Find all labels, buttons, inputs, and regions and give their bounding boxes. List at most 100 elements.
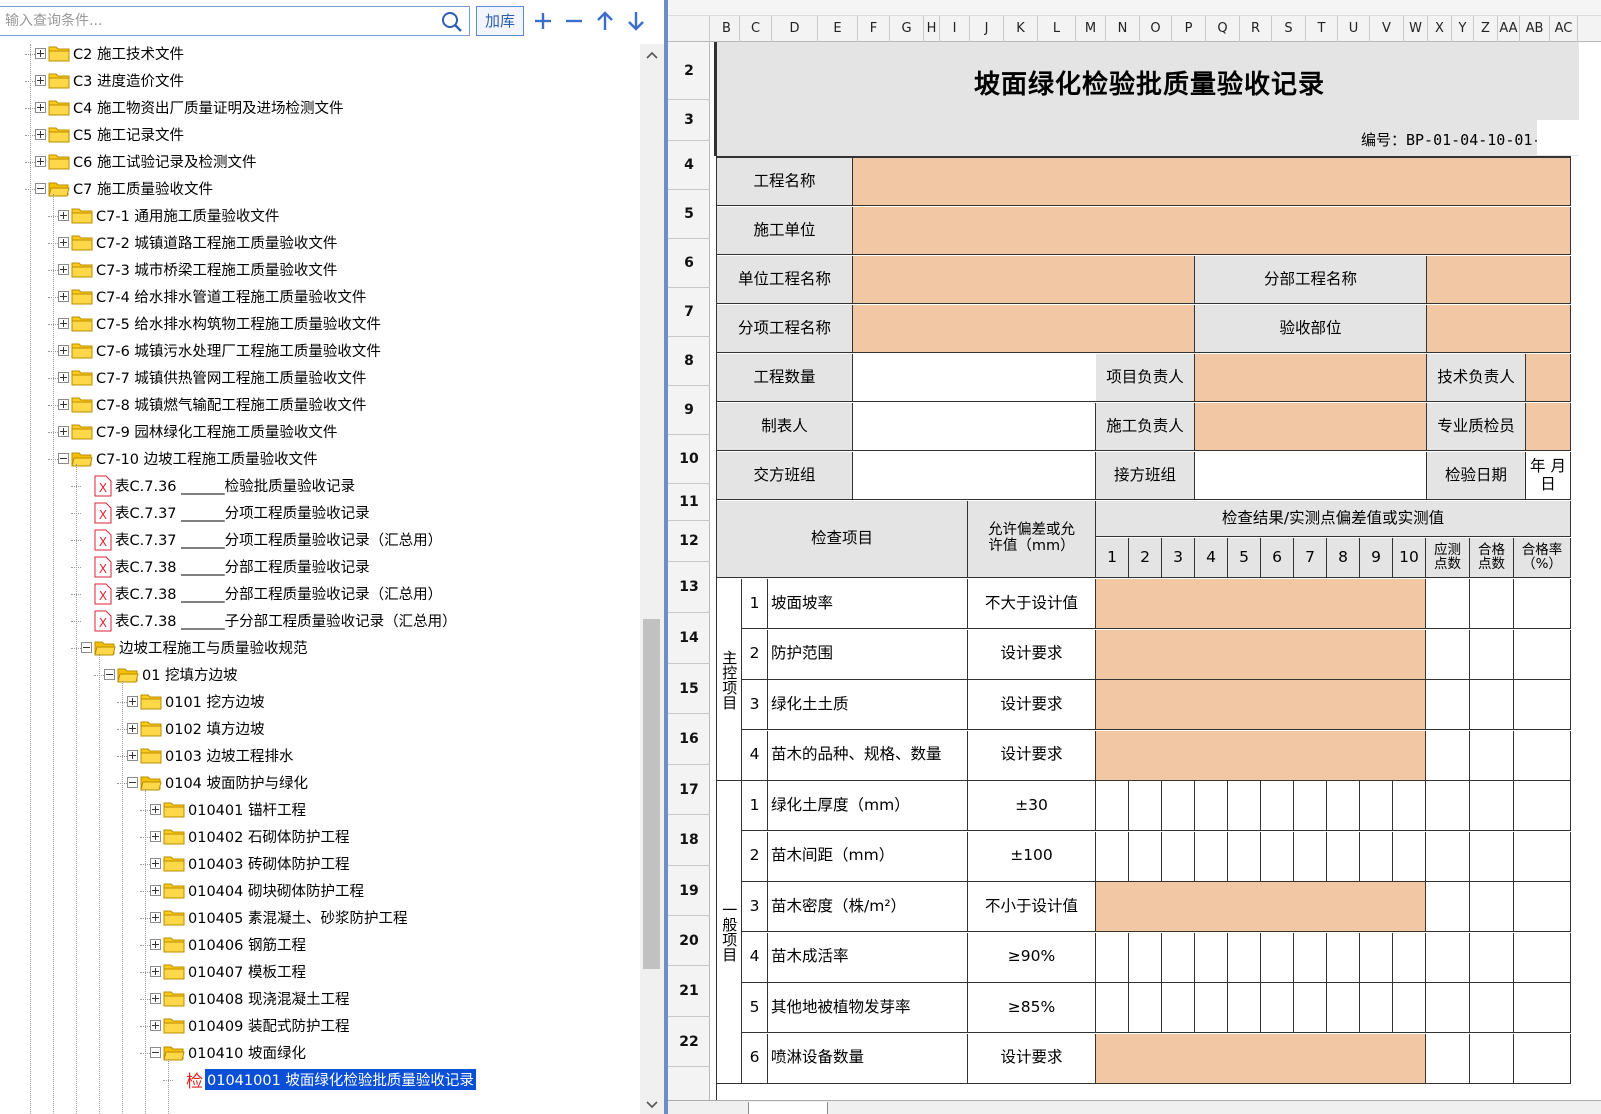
tree-item[interactable]: C7-7 城镇供热管网工程施工质量验收文件 [58, 364, 366, 391]
column-header-cell[interactable]: F [858, 16, 890, 42]
expand-icon[interactable] [35, 102, 46, 113]
should-points-input[interactable] [1426, 1033, 1470, 1084]
column-header-cell[interactable]: L [1038, 16, 1076, 42]
column-header-cell[interactable]: G [890, 16, 924, 42]
project-leader-input[interactable] [1195, 354, 1427, 402]
expand-icon[interactable] [127, 750, 138, 761]
measure-point-input[interactable] [1327, 932, 1360, 983]
expand-icon[interactable] [35, 48, 46, 59]
column-header-cell[interactable]: T [1306, 16, 1338, 42]
should-points-input[interactable] [1426, 831, 1470, 882]
measure-point-input[interactable] [1129, 932, 1162, 983]
column-header-cell[interactable]: Q [1206, 16, 1240, 42]
tree-item[interactable]: C7-3 城市桥梁工程施工质量验收文件 [58, 256, 337, 283]
should-points-input[interactable] [1426, 882, 1470, 932]
measure-point-input[interactable] [1096, 932, 1129, 983]
project-name-input[interactable] [853, 158, 1571, 206]
sheet-tab[interactable] [748, 1102, 828, 1114]
tree-item[interactable]: 010406 钢筋工程 [150, 931, 306, 958]
unit-project-name-input[interactable] [853, 256, 1195, 304]
measure-point-input[interactable] [1294, 831, 1327, 882]
collapse-icon[interactable] [35, 183, 46, 194]
tree-item[interactable]: X 表C.7.37 ______分项工程质量验收记录 [81, 499, 370, 526]
measure-point-input[interactable] [1129, 831, 1162, 882]
expand-icon[interactable] [58, 237, 69, 248]
pass-points-input[interactable] [1470, 932, 1514, 983]
pass-rate-input[interactable] [1514, 730, 1571, 781]
tree-item[interactable]: 边坡工程施工与质量验收规范 [81, 634, 308, 661]
tree-item[interactable]: C2 施工技术文件 [35, 44, 184, 67]
search-input[interactable] [5, 10, 435, 32]
measure-point-input[interactable] [1228, 831, 1261, 882]
row-header-cell[interactable]: 5 [668, 190, 710, 239]
row-header-cell[interactable]: 13 [668, 562, 710, 613]
measure-point-input[interactable] [1096, 781, 1129, 831]
worksheet[interactable]: 坡面绿化检验批质量验收记录 编号：BP-01-04-10-01- 工程名称 施工单… [710, 42, 1601, 1114]
column-header-cell[interactable]: W [1404, 16, 1428, 42]
tree-item[interactable]: 010408 现浇混凝土工程 [150, 985, 349, 1012]
division-project-name-input[interactable] [1427, 256, 1571, 304]
measure-input[interactable] [1096, 1033, 1426, 1084]
tree-scrollbar[interactable] [640, 44, 664, 1114]
row-header-cell[interactable]: 19 [668, 866, 710, 916]
expand-icon[interactable] [58, 426, 69, 437]
should-points-input[interactable] [1426, 932, 1470, 983]
expand-icon[interactable] [150, 912, 161, 923]
measure-point-input[interactable] [1327, 781, 1360, 831]
measure-point-input[interactable] [1393, 781, 1426, 831]
column-header-cell[interactable]: AC [1550, 16, 1578, 42]
measure-input[interactable] [1096, 579, 1426, 629]
measure-input[interactable] [1096, 882, 1426, 932]
preparer-input[interactable] [853, 403, 1096, 451]
measure-point-input[interactable] [1360, 831, 1393, 882]
should-points-input[interactable] [1426, 983, 1470, 1033]
measure-point-input[interactable] [1261, 781, 1294, 831]
row-header-cell[interactable]: 3 [668, 100, 710, 141]
column-header-cell[interactable]: AA [1498, 16, 1520, 42]
column-header-cell[interactable]: E [818, 16, 858, 42]
measure-point-input[interactable] [1162, 983, 1195, 1033]
column-header-cell[interactable]: D [772, 16, 818, 42]
row-header-cell[interactable]: 8 [668, 337, 710, 386]
inspection-date-input[interactable]: 年 月 日 [1526, 452, 1571, 500]
measure-point-input[interactable] [1393, 983, 1426, 1033]
tree-item[interactable]: C7-8 城镇燃气输配工程施工质量验收文件 [58, 391, 366, 418]
row-header-cell[interactable]: 11 [668, 484, 710, 521]
pass-rate-input[interactable] [1514, 680, 1571, 730]
pass-points-input[interactable] [1470, 781, 1514, 831]
row-header-cell[interactable]: 2 [668, 42, 710, 100]
collapse-icon[interactable] [150, 1047, 161, 1058]
measure-input[interactable] [1096, 680, 1426, 730]
expand-icon[interactable] [150, 831, 161, 842]
pass-points-input[interactable] [1470, 1033, 1514, 1084]
measure-point-input[interactable] [1261, 831, 1294, 882]
tree-item[interactable]: C5 施工记录文件 [35, 121, 184, 148]
measure-point-input[interactable] [1195, 781, 1228, 831]
column-header-cell[interactable]: U [1338, 16, 1370, 42]
expand-icon[interactable] [35, 129, 46, 140]
receiver-team-input[interactable] [1195, 452, 1427, 500]
pass-rate-input[interactable] [1514, 831, 1571, 882]
column-header-cell[interactable]: S [1272, 16, 1306, 42]
expand-icon[interactable] [58, 345, 69, 356]
measure-point-input[interactable] [1327, 831, 1360, 882]
measure-point-input[interactable] [1129, 983, 1162, 1033]
tree-item[interactable]: 0102 填方边坡 [127, 715, 265, 742]
row-header-cell[interactable]: 9 [668, 386, 710, 435]
scroll-down-icon[interactable] [645, 1100, 659, 1110]
measure-point-input[interactable] [1162, 781, 1195, 831]
should-points-input[interactable] [1426, 629, 1470, 680]
row-header-cell[interactable]: 14 [668, 613, 710, 664]
expand-icon[interactable] [150, 966, 161, 977]
column-header-cell[interactable]: R [1240, 16, 1272, 42]
collapse-icon[interactable] [127, 777, 138, 788]
tree-item[interactable]: 0101 挖方边坡 [127, 688, 265, 715]
column-header-cell[interactable]: X [1428, 16, 1452, 42]
tree-item[interactable]: 010401 锚杆工程 [150, 796, 306, 823]
pass-rate-input[interactable] [1514, 983, 1571, 1033]
measure-point-input[interactable] [1228, 983, 1261, 1033]
construction-unit-input[interactable] [853, 207, 1571, 255]
column-header-cell[interactable]: P [1172, 16, 1206, 42]
pass-points-input[interactable] [1470, 831, 1514, 882]
column-header-cell[interactable]: AB [1520, 16, 1550, 42]
